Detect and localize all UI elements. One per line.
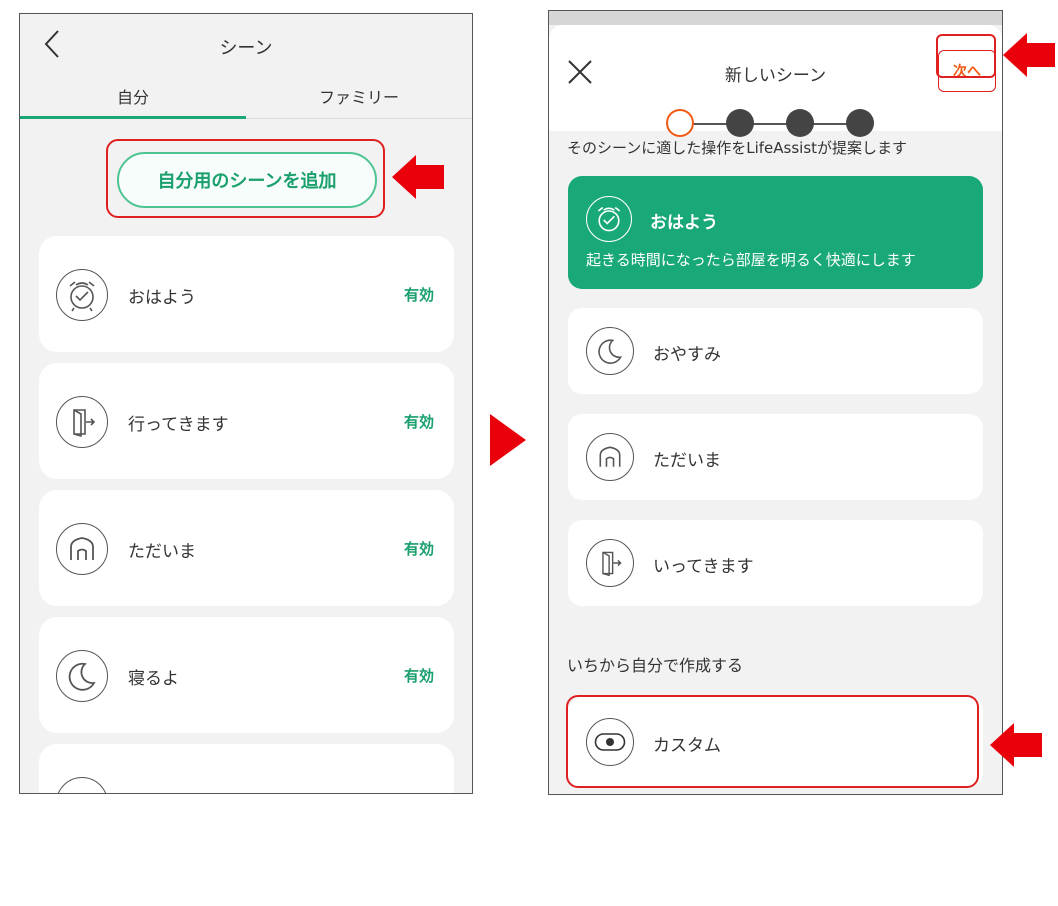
description-text: そのシーンに適した操作をLifeAssistが提案します xyxy=(567,139,908,157)
featured-scene-ohayou[interactable]: おはよう 起きる時間になったら部屋を明るく快適にします xyxy=(568,176,983,289)
active-tab-indicator xyxy=(20,116,246,119)
toggle-icon xyxy=(586,718,634,766)
custom-scene-card[interactable]: カスタム xyxy=(568,697,983,787)
scene-card-ittekimasu[interactable]: 行ってきます 有効 xyxy=(39,363,454,479)
template-card-ittekimasu[interactable]: いってきます xyxy=(568,520,983,606)
status-badge: 有効 xyxy=(403,667,434,685)
house-icon xyxy=(586,433,634,481)
template-card-oyasumi[interactable]: おやすみ xyxy=(568,308,983,394)
template-card-tadaima[interactable]: ただいま xyxy=(568,414,983,500)
moon-icon xyxy=(586,327,634,375)
arrow-left-icon xyxy=(1003,33,1055,77)
step-indicator xyxy=(666,109,886,139)
status-badge: 有効 xyxy=(403,413,434,431)
modal-backdrop-strip xyxy=(549,11,1002,25)
status-badge: 有効 xyxy=(403,286,434,304)
new-scene-screen: 新しいシーン 次へ そのシーンに適した操作をLifeAssistが提案します お… xyxy=(548,10,1003,795)
tab-self[interactable]: 自分 xyxy=(20,84,246,120)
scene-card-ohayou[interactable]: おはよう 有効 xyxy=(39,236,454,352)
section-label: いちから自分で作成する xyxy=(567,656,744,675)
template-label: おやすみ xyxy=(653,345,721,365)
triangle-right-icon xyxy=(490,414,526,466)
arrow-left-icon xyxy=(990,723,1042,767)
next-button[interactable]: 次へ xyxy=(938,50,996,92)
scene-card-neruyo[interactable]: 寝るよ 有効 xyxy=(39,617,454,733)
custom-label: カスタム xyxy=(653,736,721,756)
step-1-dot xyxy=(666,109,694,137)
add-scene-button[interactable]: 自分用のシーンを追加 xyxy=(117,152,377,208)
featured-name: おはよう xyxy=(650,213,718,233)
step-line xyxy=(680,123,866,125)
step-4-dot xyxy=(846,109,874,137)
alarm-clock-icon xyxy=(586,196,632,242)
header: シーン xyxy=(20,14,472,76)
status-badge: 有効 xyxy=(403,540,434,558)
moon-icon xyxy=(56,650,108,702)
door-exit-icon xyxy=(56,396,108,448)
alarm-clock-icon xyxy=(56,269,108,321)
template-label: ただいま xyxy=(653,451,721,471)
scenes-screen: シーン 自分 ファミリー 自分用のシーンを追加 おはよう 有効 行ってきます 有… xyxy=(19,13,473,794)
featured-description: 起きる時間になったら部屋を明るく快適にします xyxy=(586,251,916,269)
tab-bar: 自分 ファミリー xyxy=(20,84,472,120)
moon-icon xyxy=(56,777,108,793)
arrow-left-icon xyxy=(392,155,444,199)
tab-family[interactable]: ファミリー xyxy=(246,84,472,120)
scene-card-tadaima[interactable]: ただいま 有効 xyxy=(39,490,454,606)
scene-label: 行ってきます xyxy=(128,415,229,435)
scene-card-partial[interactable] xyxy=(39,744,454,793)
door-exit-icon xyxy=(586,539,634,587)
step-3-dot xyxy=(786,109,814,137)
step-2-dot xyxy=(726,109,754,137)
page-title: シーン xyxy=(219,38,273,59)
sheet-header: 新しいシーン 次へ xyxy=(549,25,1002,137)
page-title: 新しいシーン xyxy=(724,66,827,86)
template-label: いってきます xyxy=(653,557,754,577)
scene-label: おはよう xyxy=(128,288,196,308)
scene-label: ただいま xyxy=(128,542,196,562)
scene-label: 寝るよ xyxy=(128,669,179,689)
house-icon xyxy=(56,523,108,575)
